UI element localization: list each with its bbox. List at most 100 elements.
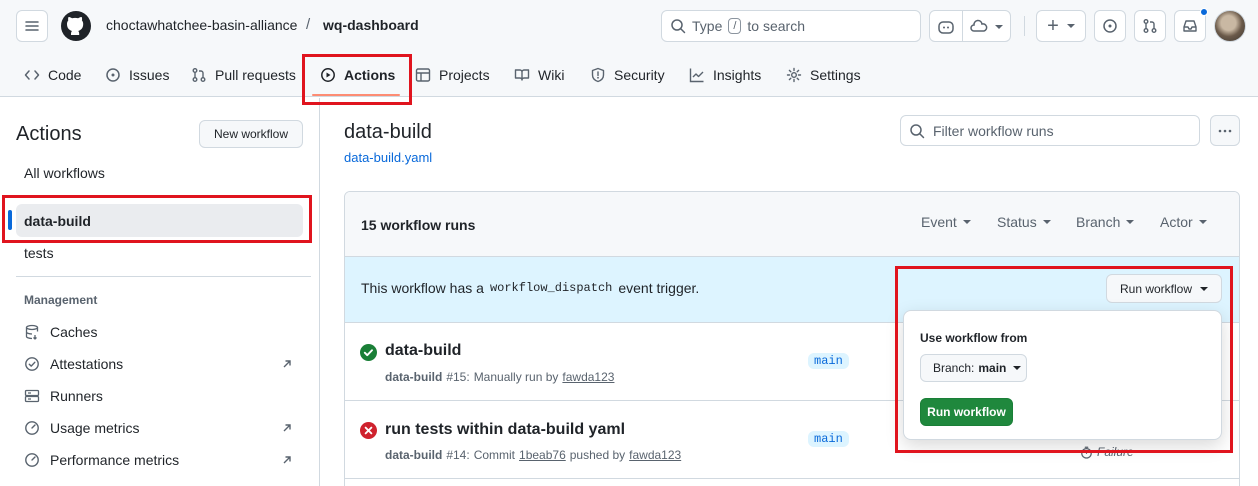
- chevron-down-icon: [1066, 24, 1075, 28]
- sidebar-item-caches[interactable]: Caches: [16, 317, 303, 347]
- plus-icon: +: [1047, 15, 1059, 37]
- search-shortcut-key: /: [728, 18, 742, 34]
- pull-requests-button[interactable]: [1134, 10, 1166, 42]
- workflow-title: data-build: [344, 121, 432, 143]
- chevron-down-icon: [1042, 220, 1051, 224]
- branch-badge[interactable]: main: [808, 353, 849, 369]
- x-circle-icon: [360, 422, 377, 439]
- issues-button[interactable]: [1094, 10, 1126, 42]
- filter-placeholder: Filter workflow runs: [933, 122, 1054, 139]
- search-icon: [671, 19, 686, 34]
- filter-status-dropdown[interactable]: Status: [997, 214, 1051, 230]
- run-description: Commit: [473, 448, 516, 462]
- sidebar-item-performance-metrics[interactable]: Performance metrics: [16, 445, 303, 475]
- run-number: #14:: [446, 448, 470, 462]
- breadcrumb-repo[interactable]: wq-dashboard: [323, 17, 419, 33]
- sidebar-item-usage-metrics[interactable]: Usage metrics: [16, 413, 303, 443]
- filter-workflow-runs-input[interactable]: Filter workflow runs: [900, 115, 1200, 146]
- sidebar-item-all-workflows[interactable]: All workflows: [16, 156, 303, 189]
- user-avatar[interactable]: [1214, 10, 1246, 42]
- tab-label: Insights: [713, 67, 762, 83]
- run-title[interactable]: data-build: [385, 342, 461, 360]
- tab-label: Security: [614, 67, 665, 83]
- copilot-icon[interactable]: [937, 18, 955, 36]
- filter-label: Actor: [1160, 214, 1193, 230]
- runs-count: 15 workflow runs: [361, 217, 476, 233]
- new-workflow-button[interactable]: New workflow: [199, 120, 303, 148]
- copilot-button-group: [929, 10, 1011, 42]
- tab-issues[interactable]: Issues: [105, 62, 169, 88]
- tab-security[interactable]: Security: [590, 62, 665, 88]
- sidebar-item-label: Caches: [50, 324, 98, 340]
- chevron-down-icon[interactable]: [995, 25, 1003, 29]
- git-pull-request-icon: [192, 68, 206, 82]
- tab-label: Projects: [439, 67, 490, 83]
- book-icon: [514, 69, 530, 81]
- filter-label: Branch: [1076, 214, 1121, 230]
- tab-label: Wiki: [538, 67, 565, 83]
- more-options-button[interactable]: [1210, 115, 1240, 146]
- divider: [16, 276, 311, 277]
- table-icon: [415, 68, 431, 82]
- tab-pull-requests[interactable]: Pull requests: [191, 62, 296, 88]
- commit-link[interactable]: 1beab76: [519, 448, 566, 462]
- meter-icon: [25, 453, 39, 467]
- create-new-button[interactable]: +: [1036, 10, 1086, 42]
- tab-label: Pull requests: [215, 67, 296, 83]
- breadcrumb-org[interactable]: choctawhatchee-basin-alliance: [106, 17, 297, 33]
- meter-icon: [25, 421, 39, 435]
- sidebar-item-runners[interactable]: Runners: [16, 381, 303, 411]
- filter-branch-dropdown[interactable]: Branch: [1076, 214, 1135, 230]
- tab-settings[interactable]: Settings: [786, 62, 861, 88]
- tab-projects[interactable]: Projects: [415, 62, 490, 88]
- highlight-run-workflow: [895, 266, 1233, 453]
- highlight-data-build-item: [2, 195, 312, 243]
- copilot-cloud-icon[interactable]: [970, 19, 988, 35]
- global-search-input[interactable]: Type / to search: [661, 10, 921, 42]
- breadcrumb-separator: /: [306, 16, 311, 33]
- run-meta: data-build #14: Commit 1beab76 pushed by…: [385, 448, 681, 462]
- dispatch-text-before: This workflow has a: [361, 280, 484, 296]
- dispatch-code: workflow_dispatch: [489, 281, 613, 295]
- workflow-file-link[interactable]: data-build.yaml: [344, 150, 432, 165]
- graph-icon: [689, 68, 704, 83]
- run-description: Manually run by: [473, 370, 559, 384]
- run-user-link[interactable]: fawda123: [562, 370, 614, 384]
- filter-actor-dropdown[interactable]: Actor: [1160, 214, 1207, 230]
- tab-insights[interactable]: Insights: [689, 62, 761, 88]
- management-heading: Management: [24, 293, 98, 307]
- inbox-icon: [1183, 20, 1197, 32]
- branch-badge[interactable]: main: [808, 431, 849, 447]
- global-header: choctawhatchee-basin-alliance / wq-dashb…: [0, 0, 1258, 97]
- filter-label: Status: [997, 214, 1037, 230]
- arrow-up-right-icon: [283, 424, 291, 432]
- tab-code[interactable]: Code: [24, 62, 81, 88]
- tab-label: Issues: [129, 67, 170, 83]
- sidebar-item-attestations[interactable]: Attestations: [16, 349, 303, 379]
- run-description-2: pushed by: [569, 448, 626, 462]
- tab-wiki[interactable]: Wiki: [514, 62, 564, 88]
- search-icon: [910, 123, 925, 138]
- chevron-down-icon: [1126, 220, 1135, 224]
- kebab-horizontal-icon: [1218, 129, 1232, 132]
- divider: [345, 478, 1239, 479]
- server-icon: [24, 389, 40, 403]
- dispatch-text-after: event trigger.: [618, 280, 700, 296]
- menu-icon: [25, 21, 39, 31]
- git-pull-request-icon: [1143, 19, 1157, 33]
- search-suffix: to search: [747, 18, 806, 34]
- run-user-link[interactable]: fawda123: [629, 448, 681, 462]
- github-logo-icon[interactable]: [60, 10, 92, 42]
- run-workflow-name: data-build: [385, 448, 443, 462]
- sidebar-item-label: Usage metrics: [50, 420, 140, 436]
- divider: [1024, 16, 1025, 36]
- hamburger-menu-button[interactable]: [16, 10, 48, 42]
- sidebar-item-label: Attestations: [50, 356, 124, 372]
- filter-event-dropdown[interactable]: Event: [921, 214, 971, 230]
- sidebar-item-label: Performance metrics: [50, 452, 180, 468]
- run-meta: data-build #15: Manually run by fawda123: [385, 370, 614, 384]
- gear-icon: [786, 67, 802, 83]
- attestation-icon: [25, 357, 39, 371]
- sidebar-title: Actions: [16, 123, 82, 145]
- run-title[interactable]: run tests within data-build yaml: [385, 421, 625, 439]
